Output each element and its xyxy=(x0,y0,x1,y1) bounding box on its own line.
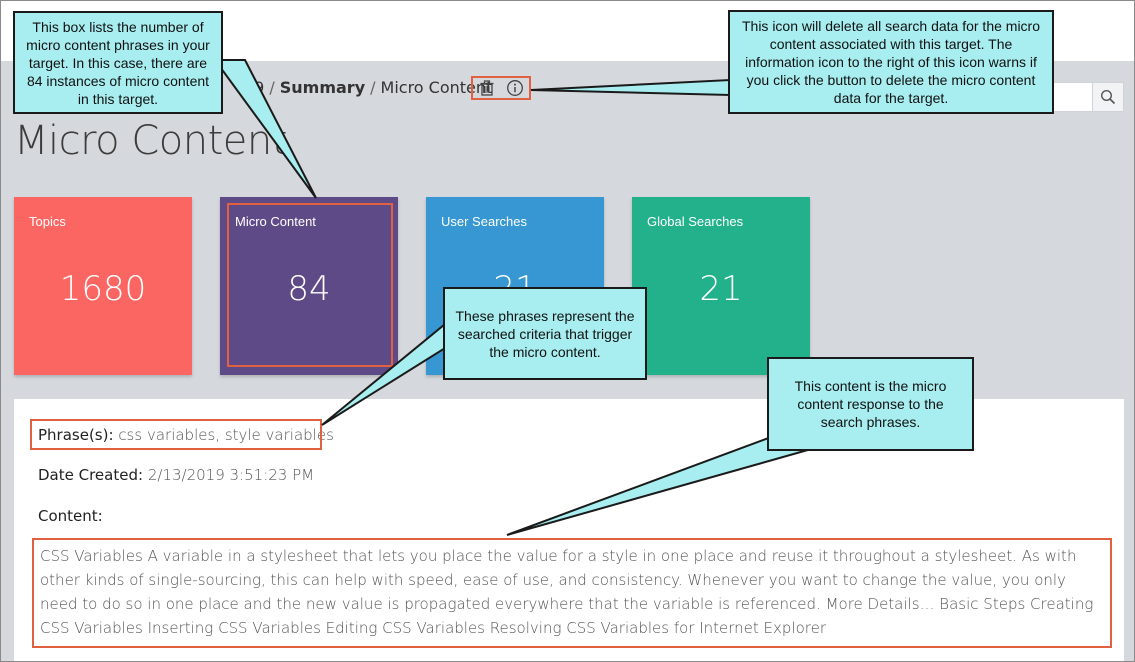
callout-micro-box: This box lists the number of micro conte… xyxy=(13,11,223,114)
pointer-micro-box xyxy=(213,59,317,199)
callout-delete-icon: This icon will delete all search data fo… xyxy=(728,10,1054,114)
callout-phrases: These phrases represent the searched cri… xyxy=(443,287,647,380)
pointer-phrases xyxy=(321,317,451,426)
pointer-delete-icon xyxy=(530,78,731,97)
callout-content: This content is the micro content respon… xyxy=(767,357,974,451)
